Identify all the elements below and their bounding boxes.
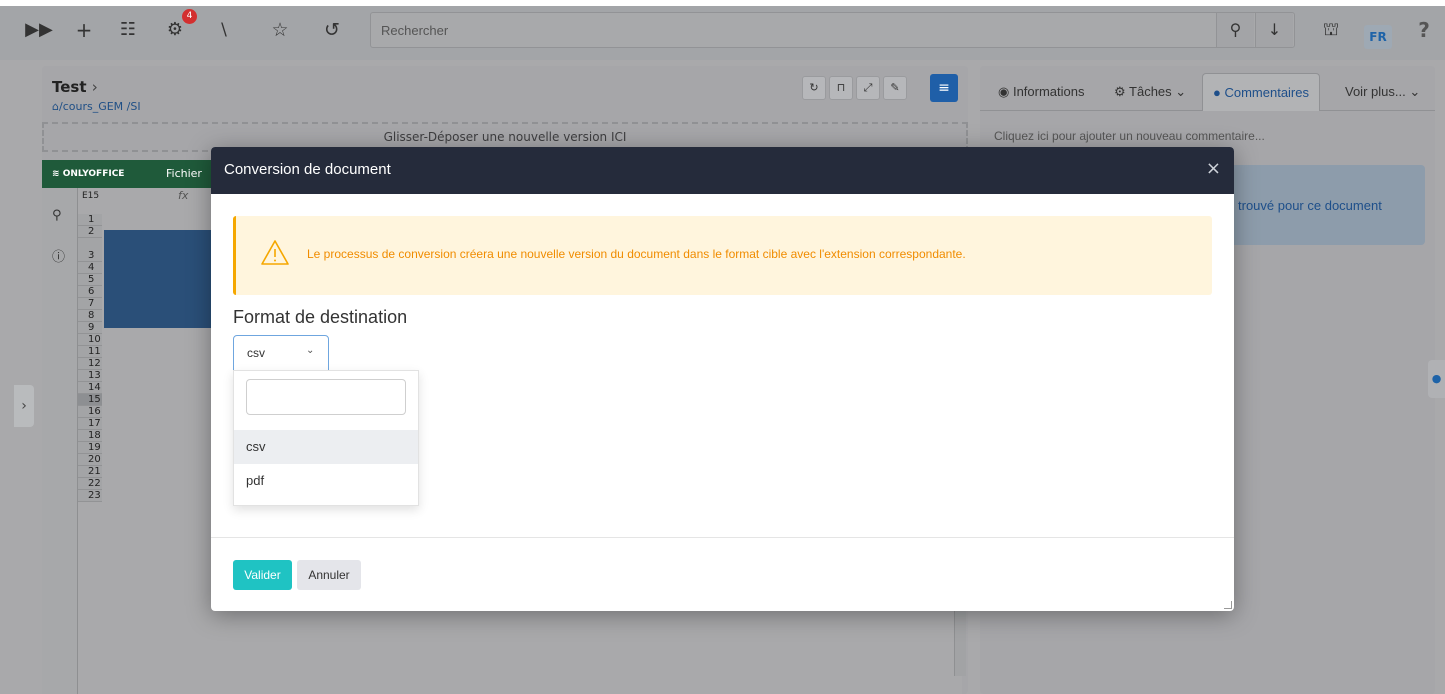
row-header[interactable]: 5: [78, 274, 102, 286]
row-header[interactable]: 9: [78, 322, 102, 334]
modal-header: Conversion de document ×: [211, 147, 1234, 194]
row-header[interactable]: 22: [78, 478, 102, 490]
help-icon[interactable]: ?: [1412, 16, 1436, 44]
modal-title: Conversion de document: [224, 161, 391, 178]
unlock-icon[interactable]: ⊓: [829, 76, 853, 100]
rss-icon[interactable]: \: [210, 16, 238, 44]
expand-icon[interactable]: ⤢: [856, 76, 880, 100]
cancel-button[interactable]: Annuler: [297, 560, 361, 590]
expand-sidebar-chevron-icon[interactable]: ›: [14, 385, 34, 427]
top-toolbar: ▶▶ + ☷ ⚙ 4 \ ☆ ↺ ⚲ ↓ ⛫ FR ?: [0, 0, 1445, 60]
row-header[interactable]: 14: [78, 382, 102, 394]
plus-icon[interactable]: +: [70, 16, 98, 44]
tab-informations[interactable]: ◉ Informations: [998, 73, 1085, 111]
onlyoffice-logo-text: ONLYOFFICE: [62, 169, 125, 179]
footer-divider: [211, 537, 1234, 538]
tab-commentaires[interactable]: ● Commentaires: [1202, 73, 1320, 111]
selected-cells: [104, 230, 212, 328]
warning-alert: Le processus de conversion créera une no…: [233, 216, 1212, 295]
search-box: ⚲ ↓: [370, 12, 1295, 48]
search-icon[interactable]: ⚲: [52, 208, 62, 223]
tab-informations-label: Informations: [1012, 84, 1085, 99]
breadcrumb-root[interactable]: /cours_GEM: [59, 100, 123, 113]
option-csv[interactable]: csv: [234, 430, 418, 464]
star-icon[interactable]: ☆: [266, 16, 294, 44]
tree-icon[interactable]: ☷: [113, 16, 143, 44]
row-header[interactable]: 21: [78, 466, 102, 478]
onlyoffice-logo: ≋ ONLYOFFICE: [52, 169, 125, 179]
chat-icon[interactable]: ●: [1428, 360, 1445, 398]
row-header[interactable]: 7: [78, 298, 102, 310]
row-headers: 1 2 3 4 5 6 7 8 9 10 11 12 13 14 15 16 17 18 19 20 21 22 23: [78, 214, 102, 502]
tab-taches[interactable]: ⚙ Tâches ⌄: [1114, 73, 1186, 111]
format-dropdown: csv pdf: [233, 370, 419, 506]
row-header[interactable]: 1: [78, 214, 102, 226]
row-header[interactable]: 15: [78, 394, 102, 406]
document-title-text: Test: [52, 78, 87, 96]
arrow-down-icon[interactable]: ↓: [1255, 13, 1293, 47]
chevron-right-icon: ›: [91, 78, 98, 96]
edit-icon[interactable]: ✎: [883, 76, 907, 100]
tabs: ◉ Informations ⚙ Tâches ⌄ ● Commentaires…: [980, 73, 1435, 111]
basket-icon[interactable]: ⛫: [1316, 16, 1346, 44]
format-select[interactable]: csv ⌄: [233, 335, 329, 371]
formula-icon: fx: [178, 189, 189, 202]
row-header[interactable]: 16: [78, 406, 102, 418]
info-text: trouvé pour ce document: [1238, 198, 1382, 213]
search-icon[interactable]: ⚲: [1216, 13, 1254, 47]
option-pdf[interactable]: pdf: [234, 464, 418, 498]
breadcrumb-sub[interactable]: /SI: [127, 100, 141, 113]
breadcrumb: ⌂/cours_GEM /SI: [52, 100, 141, 113]
menu-icon[interactable]: ≡: [930, 74, 958, 102]
row-header[interactable]: 3: [78, 238, 102, 262]
close-icon[interactable]: ×: [1206, 159, 1221, 179]
resize-handle[interactable]: [1224, 601, 1232, 609]
onlyoffice-bar: ≋ ONLYOFFICE Fichier: [42, 160, 212, 188]
row-header[interactable]: 23: [78, 490, 102, 502]
row-header[interactable]: 17: [78, 418, 102, 430]
row-header[interactable]: 8: [78, 310, 102, 322]
refresh-icon[interactable]: ↻: [802, 76, 826, 100]
row-header[interactable]: 11: [78, 346, 102, 358]
cell-reference[interactable]: E15: [78, 191, 118, 201]
info-icon[interactable]: ⓘ: [52, 246, 65, 265]
add-comment-link[interactable]: Cliquez ici pour ajouter un nouveau comm…: [994, 129, 1265, 143]
tab-voir-plus-label: Voir plus...: [1345, 84, 1406, 99]
row-header[interactable]: 13: [78, 370, 102, 382]
row-header[interactable]: 2: [78, 226, 102, 238]
document-actions: ↻ ⊓ ⤢ ✎: [802, 76, 910, 100]
row-header[interactable]: 20: [78, 454, 102, 466]
validate-button[interactable]: Valider: [233, 560, 292, 590]
fast-forward-icon[interactable]: ▶▶: [24, 16, 54, 44]
format-select-value: csv: [247, 346, 265, 360]
notifications-badge: 4: [182, 9, 197, 24]
warning-icon: [261, 240, 289, 265]
row-header[interactable]: 4: [78, 262, 102, 274]
tab-taches-label: Tâches: [1129, 84, 1172, 99]
editor-sidebar: ⚲ ⓘ: [42, 188, 78, 694]
tab-commentaires-label: Commentaires: [1224, 85, 1309, 100]
conversion-modal: Conversion de document × Le processus de…: [211, 147, 1234, 611]
history-icon[interactable]: ↺: [318, 16, 346, 44]
language-selector[interactable]: FR: [1364, 25, 1392, 49]
row-header[interactable]: 6: [78, 286, 102, 298]
row-header[interactable]: 10: [78, 334, 102, 346]
document-title: Test ›: [52, 78, 98, 96]
chevron-down-icon: ⌄: [306, 345, 315, 356]
menu-file[interactable]: Fichier: [166, 160, 202, 188]
dropdown-search-input[interactable]: [246, 379, 406, 415]
row-header[interactable]: 19: [78, 442, 102, 454]
tab-voir-plus[interactable]: Voir plus... ⌄: [1345, 73, 1420, 111]
home-icon[interactable]: ⌂: [52, 100, 59, 113]
row-header[interactable]: 12: [78, 358, 102, 370]
alert-text: Le processus de conversion créera une no…: [307, 247, 966, 261]
format-label: Format de destination: [233, 307, 408, 327]
row-header[interactable]: 18: [78, 430, 102, 442]
search-input[interactable]: [381, 13, 1201, 47]
